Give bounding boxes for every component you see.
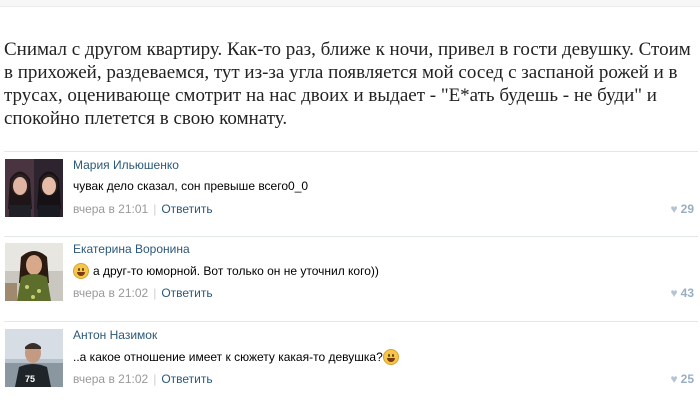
comment-text-row: ..а какое отношение имеет к сюжету какая… xyxy=(73,349,399,365)
comment-timestamp[interactable]: вчера в 21:02 xyxy=(73,372,148,386)
like-count: 25 xyxy=(680,372,694,386)
comment-item: Мария Ильюшенко чувак дело сказал, сон п… xyxy=(0,152,700,238)
post-text: Снимал с другом квартиру. Как-то раз, бл… xyxy=(4,39,691,129)
top-bar xyxy=(0,0,700,7)
avatar[interactable] xyxy=(5,159,63,217)
meta-divider: | xyxy=(153,202,157,216)
heart-icon: ♥ xyxy=(670,286,678,300)
heart-icon: ♥ xyxy=(670,372,678,386)
comment-text-row: а друг-то юморной. Вот только он не уточ… xyxy=(73,263,379,279)
comment-text: а друг-то юморной. Вот только он не уточ… xyxy=(93,264,379,278)
avatar[interactable] xyxy=(5,243,63,301)
meta-divider: | xyxy=(153,372,157,386)
comment-text: чувак дело сказал, сон превыше всего0_0 xyxy=(73,179,309,193)
like-button[interactable]: ♥ 43 xyxy=(671,286,694,300)
smile-emoji-icon xyxy=(73,263,89,279)
comment-author-link[interactable]: Екатерина Воронина xyxy=(73,242,190,256)
meta-divider: | xyxy=(153,286,157,300)
user-photo-icon: 75 xyxy=(5,329,63,387)
user-photo-icon xyxy=(5,243,63,301)
comment-meta: вчера в 21:02 | Ответить xyxy=(73,286,213,300)
avatar[interactable]: 75 xyxy=(5,329,63,387)
comment-item: 75 Антон Назимок ..а какое отношение име… xyxy=(0,322,700,408)
like-count: 29 xyxy=(680,202,694,216)
user-photo-icon xyxy=(5,159,63,217)
like-button[interactable]: ♥ 25 xyxy=(671,372,694,386)
comment-timestamp[interactable]: вчера в 21:01 xyxy=(73,202,148,216)
like-count: 43 xyxy=(680,286,694,300)
comment-author-link[interactable]: Мария Ильюшенко xyxy=(73,158,179,172)
like-button[interactable]: ♥ 29 xyxy=(671,202,694,216)
reply-link[interactable]: Ответить xyxy=(161,202,212,216)
reply-link[interactable]: Ответить xyxy=(161,372,212,386)
comment-text: ..а какое отношение имеет к сюжету какая… xyxy=(73,350,383,364)
smile-emoji-icon xyxy=(382,349,399,365)
comment-timestamp[interactable]: вчера в 21:02 xyxy=(73,286,148,300)
comment-meta: вчера в 21:01 | Ответить xyxy=(73,202,213,216)
comment-meta: вчера в 21:02 | Ответить xyxy=(73,372,213,386)
svg-text:75: 75 xyxy=(25,374,35,384)
heart-icon: ♥ xyxy=(670,202,678,216)
reply-link[interactable]: Ответить xyxy=(161,286,212,300)
comment-author-link[interactable]: Антон Назимок xyxy=(73,328,157,342)
comment-item: Екатерина Воронина а друг-то юморной. Во… xyxy=(0,236,700,322)
